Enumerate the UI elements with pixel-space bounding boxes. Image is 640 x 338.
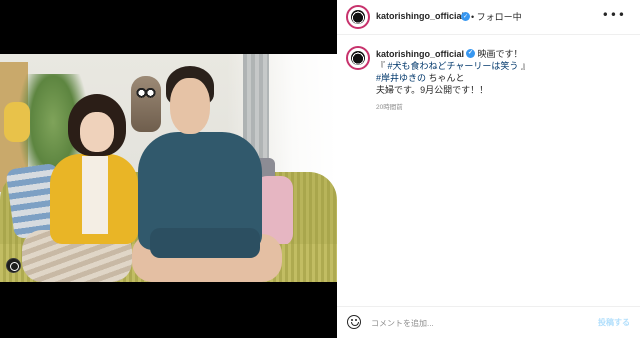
post-timestamp[interactable]: 20時間前 <box>376 101 403 111</box>
emoji-icon[interactable] <box>347 315 361 329</box>
post-header: katorishingo_official ✓ • フォロー中 ••• <box>337 0 640 35</box>
more-options-icon[interactable]: ••• <box>602 8 626 22</box>
post-side-panel: katorishingo_official ✓ • フォロー中 ••• kato… <box>337 0 640 338</box>
woman-shirt <box>82 156 108 234</box>
verified-badge-icon: ✓ <box>461 12 470 21</box>
comment-input[interactable] <box>371 316 591 330</box>
comment-bar: 投稿する <box>337 306 640 338</box>
multi-photo-icon[interactable] <box>6 258 21 273</box>
follow-status-button[interactable]: • フォロー中 <box>471 10 522 23</box>
woman-face <box>80 112 114 152</box>
verified-badge-icon: ✓ <box>466 49 476 59</box>
hashtag-link[interactable]: #犬も食わねどチャーリーは笑う <box>388 61 519 71</box>
caption-bracket-close: 』 <box>518 61 530 71</box>
instagram-post-view: katorishingo_official ✓ • フォロー中 ••• kato… <box>0 0 640 338</box>
caption-avatar[interactable] <box>346 46 370 70</box>
caption-line-1: 映画です！ <box>477 49 523 59</box>
man-shorts <box>150 228 260 258</box>
post-caption: katorishingo_official ✓ 映画です！ 『 #犬も食わねどチャ… <box>376 48 626 96</box>
username-link[interactable]: katorishingo_official <box>376 11 464 21</box>
caption-bracket-open: 『 <box>376 61 388 71</box>
caption-username-link[interactable]: katorishingo_official <box>376 49 464 59</box>
caption-line-3-text: ちゃんと <box>426 73 465 83</box>
post-comment-button[interactable]: 投稿する <box>598 317 630 328</box>
post-photo[interactable] <box>0 54 337 282</box>
hashtag-link[interactable]: #岸井ゆきの <box>376 73 426 83</box>
man-face <box>170 78 210 134</box>
lamp <box>4 102 30 142</box>
avatar[interactable] <box>346 5 370 29</box>
post-media-pane <box>0 0 337 338</box>
owl-figure <box>131 76 161 132</box>
caption-line-4: 夫婦です。9月公開です！！ <box>376 85 489 95</box>
